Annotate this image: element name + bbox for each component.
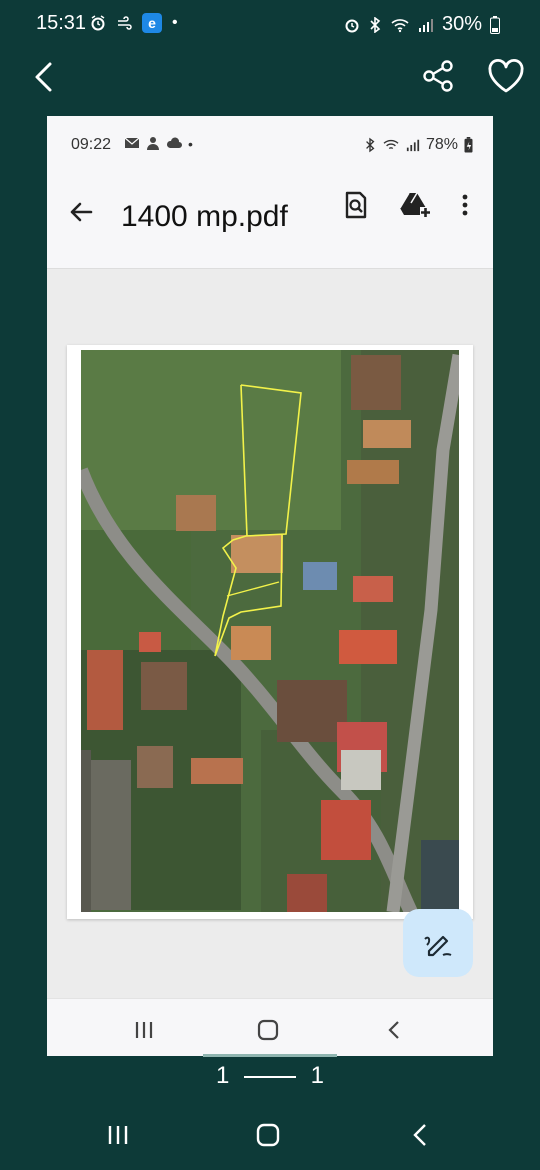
share-icon[interactable] [420, 58, 456, 94]
back-nav-button[interactable] [405, 1120, 435, 1150]
inner-navigation-bar [47, 998, 493, 1056]
inner-status-dot: • [188, 136, 193, 152]
inner-status-system: 78% [364, 136, 473, 154]
status-time: 15:31 [36, 12, 87, 34]
more-vert-icon [462, 194, 468, 216]
status-system-icons: 30% [344, 13, 500, 36]
inner-status-time: 09:22 [71, 136, 112, 153]
search-document-icon [345, 191, 367, 219]
page-separator [244, 1075, 296, 1078]
page-indicator: 1 1 [0, 1062, 540, 1090]
inner-status-bar: 09:22 • 78% [47, 116, 493, 172]
alarm-icon [345, 19, 359, 32]
edge-app-icon: e [142, 13, 162, 33]
wifi-icon [391, 18, 409, 32]
cloud-icon [166, 137, 182, 148]
status-notifications: e • [90, 13, 178, 33]
back-button[interactable] [28, 60, 62, 94]
wind-icon [118, 16, 132, 30]
back-icon [388, 1021, 399, 1039]
mail-icon [124, 137, 140, 148]
battery-percent: 30% [441, 13, 482, 35]
screenshot-image: 09:22 • 78% 1400 mp.pdf [47, 116, 493, 1056]
signal-icon [406, 139, 420, 152]
page-total: 1 [310, 1062, 325, 1089]
status-bar: 15:31 e • 30% [0, 0, 540, 48]
drive-add-icon [399, 192, 431, 218]
home-icon [257, 1019, 279, 1041]
recents-button[interactable] [103, 1120, 133, 1150]
inner-battery-percent: 78% [425, 136, 458, 153]
person-icon [147, 137, 159, 150]
recents-icon [135, 1022, 153, 1038]
aerial-map-image [81, 350, 459, 912]
edit-pen-icon [403, 909, 473, 977]
back-arrow-icon [70, 202, 93, 222]
battery-charging-icon [464, 137, 473, 153]
pdf-page [67, 345, 473, 919]
inner-toolbar: 1400 mp.pdf [47, 172, 493, 269]
battery-icon [490, 15, 500, 34]
page-current: 1 [215, 1062, 230, 1089]
heart-icon[interactable] [486, 58, 526, 94]
page-indicator-bar [203, 1054, 337, 1057]
signal-icon [418, 18, 433, 32]
alarm-icon [91, 15, 105, 31]
document-title: 1400 mp.pdf [121, 200, 288, 233]
inner-status-notifications: • [124, 136, 193, 152]
home-button[interactable] [253, 1120, 283, 1150]
bluetooth-icon [366, 137, 375, 153]
wifi-icon [383, 139, 399, 150]
status-dot: • [172, 14, 178, 31]
bluetooth-icon [370, 16, 381, 33]
